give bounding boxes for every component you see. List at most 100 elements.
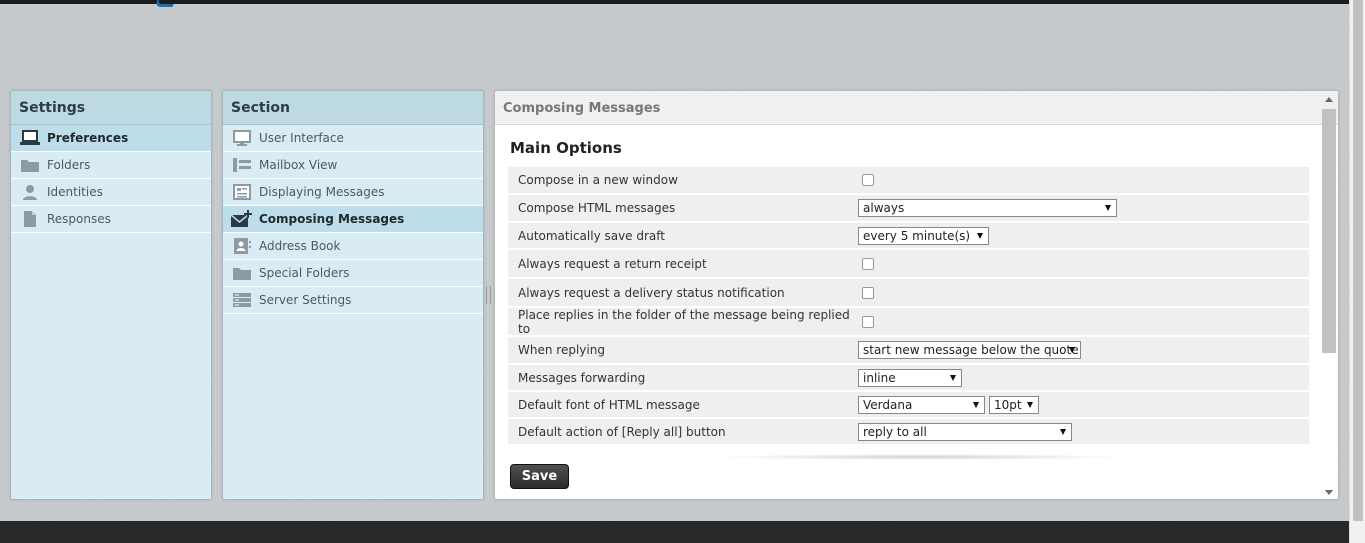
option-row-when-replying: When replying start new message below th… (508, 337, 1309, 365)
compose-new-window-checkbox[interactable] (862, 174, 874, 186)
option-row-reply-same-folder: Place replies in the folder of the messa… (508, 308, 1309, 337)
section-item-label: User Interface (259, 131, 344, 145)
option-row-dsn: Always request a delivery status notific… (508, 279, 1309, 308)
settings-item-folders[interactable]: Folders (11, 152, 211, 179)
section-panel: Section User Interface Mailbox View Disp… (222, 90, 484, 500)
font-size-select[interactable]: 10pt (989, 395, 1039, 414)
chevron-down-icon (973, 401, 979, 408)
settings-item-responses[interactable]: Responses (11, 206, 211, 233)
select-value: Verdana (863, 397, 913, 412)
section-item-special-folders[interactable]: Special Folders (223, 260, 483, 287)
option-label: Always request a return receipt (518, 256, 707, 271)
auto-save-draft-select[interactable]: every 5 minute(s) (858, 226, 989, 245)
bottom-bar (0, 521, 1349, 543)
settings-item-preferences[interactable]: Preferences (11, 125, 211, 152)
divider (710, 454, 1130, 460)
save-button[interactable]: Save (510, 464, 569, 489)
section-item-address-book[interactable]: Address Book (223, 233, 483, 260)
select-value: start new message below the quote (863, 343, 1079, 357)
top-bar (0, 0, 1349, 4)
reply-same-folder-checkbox[interactable] (862, 315, 874, 328)
chevron-down-icon (977, 232, 983, 239)
option-label: Always request a delivery status notific… (518, 285, 785, 300)
option-row-reply-all-action: Default action of [Reply all] button rep… (508, 419, 1309, 446)
select-value: inline (863, 370, 896, 385)
section-item-label: Special Folders (259, 266, 350, 280)
chevron-down-icon (1060, 428, 1066, 435)
content-scrollbar[interactable] (1322, 95, 1336, 497)
font-family-select[interactable]: Verdana (858, 395, 985, 414)
section-item-label: Mailbox View (259, 158, 338, 172)
person-icon (19, 183, 41, 201)
option-row-compose-html: Compose HTML messages always (508, 195, 1309, 223)
list-layout-icon (231, 156, 253, 174)
option-row-forwarding: Messages forwarding inline (508, 365, 1309, 392)
fieldset-title: Main Options (510, 139, 622, 157)
section-item-server-settings[interactable]: Server Settings (223, 287, 483, 314)
server-icon (231, 291, 253, 309)
content-title: Composing Messages (495, 91, 1338, 125)
option-row-return-receipt: Always request a return receipt (508, 250, 1309, 279)
settings-item-label: Folders (47, 158, 91, 172)
document-icon (19, 210, 41, 228)
logo[interactable] (154, 0, 176, 7)
chevron-down-icon (950, 374, 956, 381)
settings-list: Preferences Folders Identities Responses (11, 125, 211, 233)
section-item-user-interface[interactable]: User Interface (223, 125, 483, 152)
panel-splitter-handle[interactable] (486, 286, 491, 304)
section-item-label: Server Settings (259, 293, 352, 307)
section-title: Section (223, 91, 483, 125)
chevron-down-icon (1105, 205, 1111, 211)
scrollbar-thumb[interactable] (1322, 109, 1336, 353)
scroll-up-icon[interactable] (1325, 97, 1333, 102)
compose-envelope-icon (231, 210, 253, 228)
option-label: Compose HTML messages (518, 201, 676, 215)
compose-html-select[interactable]: always (858, 199, 1117, 217)
option-label: Place replies in the folder of the messa… (518, 307, 850, 336)
message-view-icon (231, 183, 253, 201)
select-value: reply to all (863, 424, 927, 439)
address-book-icon (231, 237, 253, 255)
option-label: When replying (518, 343, 605, 357)
settings-title: Settings (11, 91, 211, 125)
section-item-label: Address Book (259, 239, 341, 253)
window-scrollbar[interactable] (1349, 0, 1365, 543)
section-item-label: Composing Messages (259, 212, 405, 226)
section-item-label: Displaying Messages (259, 185, 385, 199)
forwarding-select[interactable]: inline (858, 368, 962, 387)
option-row-auto-save-draft: Automatically save draft every 5 minute(… (508, 223, 1309, 250)
settings-panel: Settings Preferences Folders Identities … (10, 90, 212, 500)
reply-all-action-select[interactable]: reply to all (858, 422, 1072, 441)
select-value: every 5 minute(s) (863, 228, 971, 243)
option-label: Messages forwarding (518, 370, 646, 385)
option-label: Automatically save draft (518, 228, 666, 243)
return-receipt-checkbox[interactable] (862, 257, 874, 270)
option-label: Compose in a new window (518, 173, 678, 187)
settings-item-label: Identities (47, 185, 103, 199)
content-panel: Composing Messages Main Options Compose … (494, 90, 1339, 500)
folder-icon (19, 156, 41, 174)
when-replying-select[interactable]: start new message below the quote (858, 341, 1081, 359)
section-item-displaying-messages[interactable]: Displaying Messages (223, 179, 483, 206)
scroll-down-icon[interactable] (1325, 490, 1333, 495)
options-table: Compose in a new window Compose HTML mes… (508, 167, 1309, 446)
settings-item-label: Preferences (47, 131, 129, 145)
chevron-down-icon (1069, 347, 1075, 353)
delivery-status-checkbox[interactable] (862, 286, 874, 299)
settings-item-identities[interactable]: Identities (11, 179, 211, 206)
chevron-down-icon (1027, 401, 1033, 408)
select-value: always (863, 201, 905, 215)
folder-icon (231, 264, 253, 282)
monitor-icon (231, 129, 253, 147)
section-item-mailbox-view[interactable]: Mailbox View (223, 152, 483, 179)
select-value: 10pt (994, 397, 1022, 412)
option-label: Default font of HTML message (518, 397, 700, 412)
option-row-default-font: Default font of HTML message Verdana 10p… (508, 392, 1309, 419)
option-label: Default action of [Reply all] button (518, 424, 726, 439)
section-list: User Interface Mailbox View Displaying M… (223, 125, 483, 314)
section-item-composing-messages[interactable]: Composing Messages (223, 206, 483, 233)
laptop-icon (19, 129, 41, 147)
option-row-compose-new-window: Compose in a new window (508, 167, 1309, 195)
window-scrollbar-thumb[interactable] (1353, 0, 1363, 521)
settings-item-label: Responses (47, 212, 111, 226)
